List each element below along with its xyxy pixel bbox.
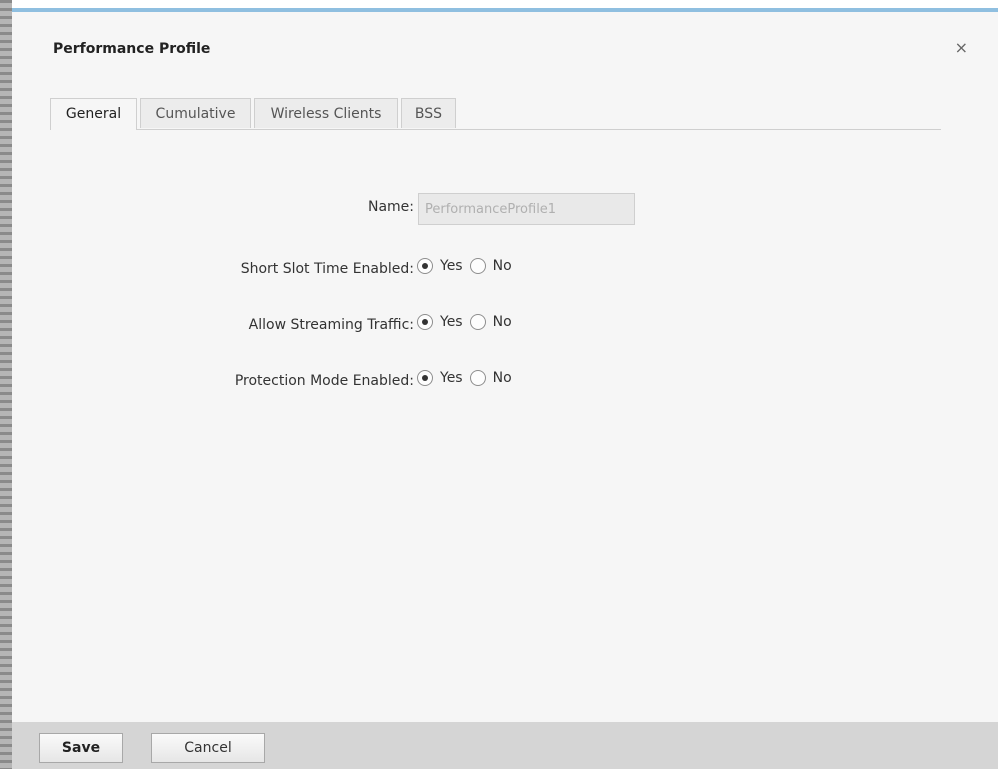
name-field[interactable] — [418, 193, 635, 225]
short-slot-time-no-label: No — [492, 258, 512, 274]
background-window-edge — [0, 0, 12, 769]
short-slot-time-yes-label: Yes — [440, 258, 463, 274]
name-label: Name: — [367, 199, 414, 215]
short-slot-time-label: Short Slot Time Enabled: — [240, 261, 414, 277]
dialog-title: Performance Profile — [53, 41, 211, 57]
short-slot-time-no-radio[interactable] — [469, 258, 486, 274]
tab-bss[interactable]: BSS — [401, 98, 456, 128]
allow-streaming-no-radio[interactable] — [469, 314, 486, 330]
allow-streaming-label: Allow Streaming Traffic: — [248, 317, 414, 333]
tab-cumulative[interactable]: Cumulative — [140, 98, 251, 128]
tab-general[interactable]: General — [50, 98, 137, 130]
short-slot-time-row: Short Slot Time Enabled: Yes No — [12, 255, 998, 285]
protection-mode-no-radio[interactable] — [469, 370, 486, 386]
protection-mode-row: Protection Mode Enabled: Yes No — [12, 367, 998, 397]
allow-streaming-yes-label: Yes — [440, 314, 463, 330]
performance-profile-dialog: Performance Profile × General Cumulative… — [12, 8, 998, 769]
short-slot-time-radio-group: Yes No — [417, 258, 519, 274]
protection-mode-label: Protection Mode Enabled: — [234, 373, 414, 389]
cancel-button[interactable]: Cancel — [151, 733, 265, 763]
close-icon[interactable]: × — [955, 38, 968, 57]
save-button[interactable]: Save — [39, 733, 123, 763]
dialog-footer: Save Cancel — [12, 722, 998, 769]
tab-wireless-clients[interactable]: Wireless Clients — [254, 98, 398, 128]
name-row: Name: — [12, 193, 998, 225]
protection-mode-radio-group: Yes No — [417, 370, 519, 386]
allow-streaming-row: Allow Streaming Traffic: Yes No — [12, 311, 998, 341]
allow-streaming-no-label: No — [492, 314, 512, 330]
allow-streaming-radio-group: Yes No — [417, 314, 519, 330]
protection-mode-no-label: No — [492, 370, 512, 386]
short-slot-time-yes-radio[interactable] — [417, 258, 433, 274]
protection-mode-yes-label: Yes — [440, 370, 463, 386]
allow-streaming-yes-radio[interactable] — [417, 314, 433, 330]
protection-mode-yes-radio[interactable] — [417, 370, 433, 386]
tab-bar: General Cumulative Wireless Clients BSS — [50, 98, 941, 130]
